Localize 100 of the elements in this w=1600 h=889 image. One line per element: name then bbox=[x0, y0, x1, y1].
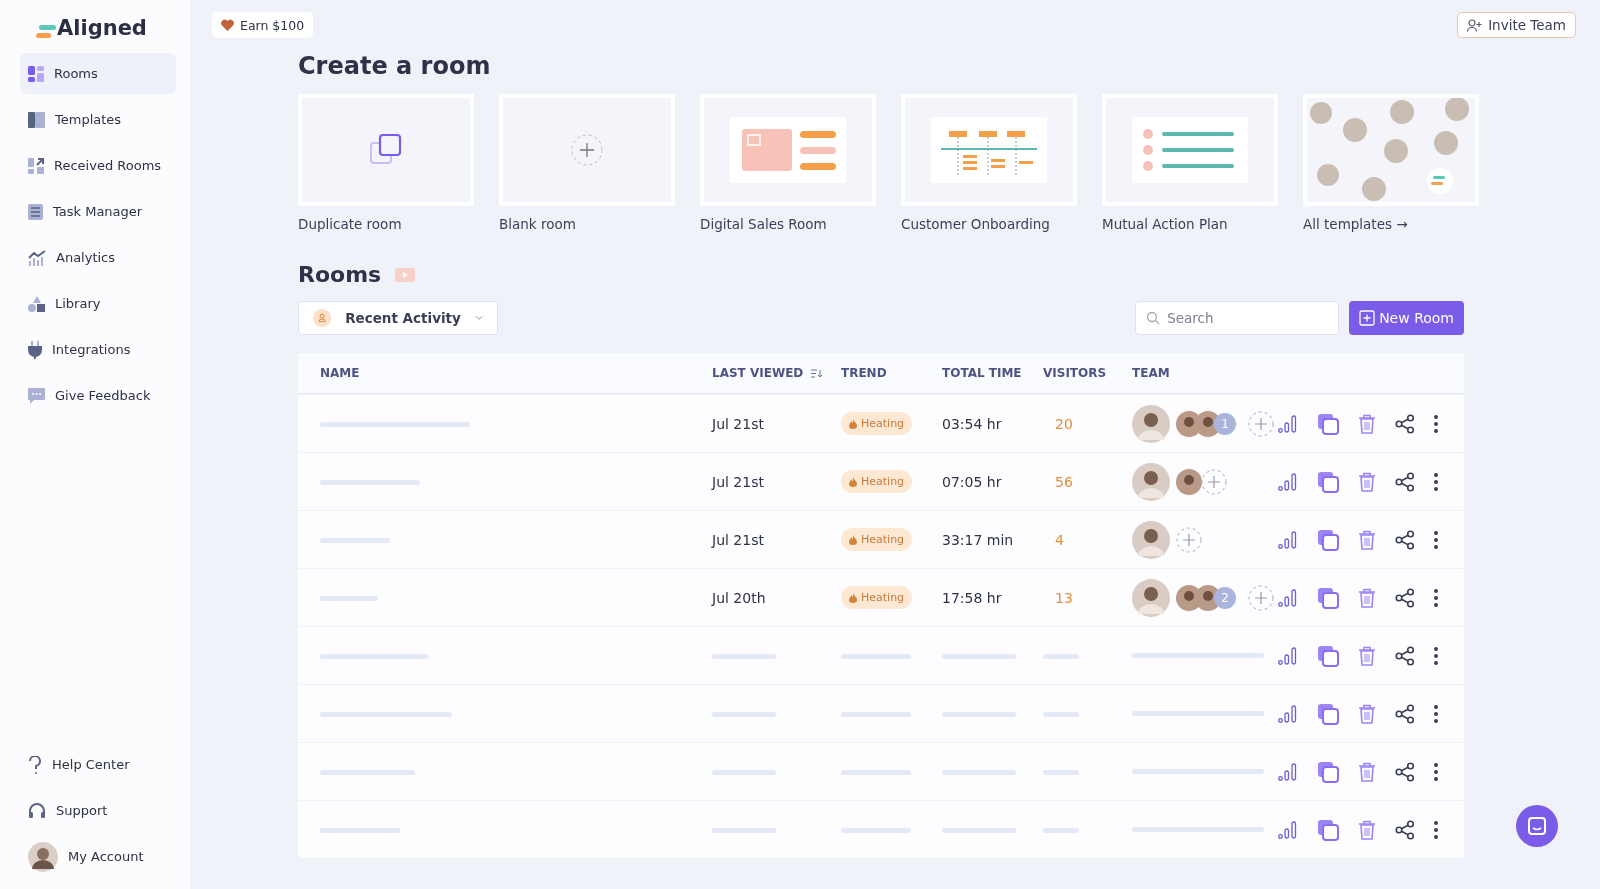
table-cell-text: Jul 21st bbox=[712, 531, 765, 548]
search-icon bbox=[1146, 311, 1161, 325]
copy-icon[interactable] bbox=[1317, 412, 1339, 435]
more-options-icon[interactable] bbox=[1434, 472, 1438, 491]
sidebar-link[interactable]: Support bbox=[20, 790, 176, 831]
section-title: Create a room bbox=[298, 52, 492, 80]
filter-dropdown[interactable]: Recent Activity bbox=[298, 301, 498, 335]
search-field[interactable]: Search bbox=[1135, 301, 1340, 335]
more-options-icon[interactable] bbox=[1434, 414, 1438, 433]
trash-icon[interactable] bbox=[1358, 587, 1376, 608]
bar-chart-icon[interactable] bbox=[1278, 530, 1298, 549]
more-options-icon[interactable] bbox=[1434, 820, 1438, 839]
flame-icon bbox=[849, 534, 857, 545]
loading-placeholder bbox=[712, 770, 776, 775]
table-cell-text: 03:54 hr bbox=[942, 415, 1003, 432]
share-icon[interactable] bbox=[1395, 471, 1415, 492]
more-options-icon[interactable] bbox=[1434, 646, 1438, 665]
sidebar-item[interactable]: Templates bbox=[20, 99, 176, 140]
copy-icon[interactable] bbox=[1317, 528, 1339, 551]
sidebar-item[interactable]: Rooms bbox=[20, 53, 176, 94]
share-icon[interactable] bbox=[1395, 645, 1415, 666]
more-options-icon[interactable] bbox=[1434, 530, 1438, 549]
sidebar-link[interactable]: My Account bbox=[20, 836, 176, 877]
trend-badge: Heating bbox=[841, 470, 913, 493]
trash-icon[interactable] bbox=[1358, 645, 1376, 666]
invite-team-button[interactable]: Invite Team bbox=[1457, 12, 1576, 38]
loading-placeholder bbox=[1043, 654, 1079, 659]
bar-chart-icon[interactable] bbox=[1278, 762, 1298, 781]
template-label[interactable]: Digital Sales Room bbox=[700, 216, 876, 232]
copy-icon[interactable] bbox=[1317, 470, 1339, 493]
loading-placeholder bbox=[1043, 712, 1079, 717]
bar-chart-icon[interactable] bbox=[1278, 414, 1298, 433]
bar-chart-icon[interactable] bbox=[1278, 820, 1298, 839]
column-header: TOTAL TIME bbox=[942, 366, 1023, 380]
share-icon[interactable] bbox=[1395, 819, 1415, 840]
column-header[interactable]: LAST VIEWED bbox=[712, 366, 804, 380]
book-icon bbox=[28, 111, 45, 128]
avatar-placeholder bbox=[1132, 578, 1170, 617]
sidebar-item[interactable]: Received Rooms bbox=[20, 145, 176, 186]
avatar-placeholder bbox=[1132, 462, 1170, 501]
trash-icon[interactable] bbox=[1358, 819, 1376, 840]
trash-icon[interactable] bbox=[1358, 761, 1376, 782]
help-icon bbox=[28, 755, 42, 774]
shapes-icon bbox=[28, 295, 45, 312]
loading-placeholder bbox=[841, 712, 911, 717]
chat-button[interactable] bbox=[1516, 805, 1558, 847]
copy-icon[interactable] bbox=[1317, 760, 1339, 783]
column-header: VISITORS bbox=[1043, 366, 1108, 380]
template-label[interactable]: Mutual Action Plan bbox=[1102, 216, 1278, 232]
bar-chart-icon[interactable] bbox=[1278, 588, 1298, 607]
duplicate-icon bbox=[369, 133, 403, 167]
bar-chart-icon[interactable] bbox=[1278, 646, 1298, 665]
table-cell-text: Jul 21st bbox=[712, 473, 765, 490]
earn-button[interactable]: Earn $100 bbox=[212, 12, 314, 38]
trash-icon[interactable] bbox=[1358, 703, 1376, 724]
sidebar-item[interactable]: Task Manager bbox=[20, 191, 176, 232]
share-icon[interactable] bbox=[1395, 413, 1415, 434]
more-options-icon[interactable] bbox=[1434, 704, 1438, 723]
sidebar-item[interactable]: Give Feedback bbox=[20, 375, 176, 416]
sidebar-item[interactable]: Analytics bbox=[20, 237, 176, 278]
trash-icon[interactable] bbox=[1358, 529, 1376, 550]
heart-icon bbox=[221, 19, 234, 31]
template-card[interactable] bbox=[901, 94, 1077, 206]
template-label[interactable]: Blank room bbox=[499, 216, 675, 232]
column-header: TREND bbox=[841, 366, 888, 380]
sidebar-item[interactable]: Library bbox=[20, 283, 176, 324]
bar-chart-icon[interactable] bbox=[1278, 472, 1298, 491]
copy-icon[interactable] bbox=[1317, 644, 1339, 667]
bar-chart-icon[interactable] bbox=[1278, 704, 1298, 723]
table-cell-text: 07:05 hr bbox=[942, 473, 1003, 490]
share-icon[interactable] bbox=[1395, 529, 1415, 550]
template-card[interactable] bbox=[700, 94, 876, 206]
table-cell-text: 17:58 hr bbox=[942, 589, 1003, 606]
more-options-icon[interactable] bbox=[1434, 588, 1438, 607]
sidebar-item[interactable]: Integrations bbox=[20, 329, 176, 370]
share-icon[interactable] bbox=[1395, 703, 1415, 724]
copy-icon[interactable] bbox=[1317, 702, 1339, 725]
share-icon[interactable] bbox=[1395, 761, 1415, 782]
sort-icon[interactable] bbox=[811, 368, 823, 378]
template-label[interactable]: Customer Onboarding bbox=[901, 216, 1077, 232]
template-label[interactable]: All templates → bbox=[1303, 216, 1479, 232]
avatar-placeholder bbox=[1132, 520, 1170, 559]
trash-icon[interactable] bbox=[1358, 413, 1376, 434]
template-card[interactable] bbox=[1102, 94, 1278, 206]
share-icon[interactable] bbox=[1395, 587, 1415, 608]
table-cell-text: 13 bbox=[1054, 589, 1074, 606]
flame-icon bbox=[849, 418, 857, 429]
avatar-placeholder bbox=[1176, 468, 1202, 495]
copy-icon[interactable] bbox=[1317, 818, 1339, 841]
logo-text: Aligned bbox=[57, 18, 147, 39]
loading-placeholder bbox=[1043, 828, 1079, 833]
new-room-button[interactable]: New Room bbox=[1349, 301, 1464, 335]
chat-icon bbox=[1527, 816, 1547, 836]
template-label[interactable]: Duplicate room bbox=[298, 216, 474, 232]
copy-icon[interactable] bbox=[1317, 586, 1339, 609]
add-user-icon bbox=[1467, 18, 1483, 32]
table-cell-text: 33:17 min bbox=[942, 531, 1015, 548]
more-options-icon[interactable] bbox=[1434, 762, 1438, 781]
sidebar-link[interactable]: Help Center bbox=[20, 744, 176, 785]
trash-icon[interactable] bbox=[1358, 471, 1376, 492]
